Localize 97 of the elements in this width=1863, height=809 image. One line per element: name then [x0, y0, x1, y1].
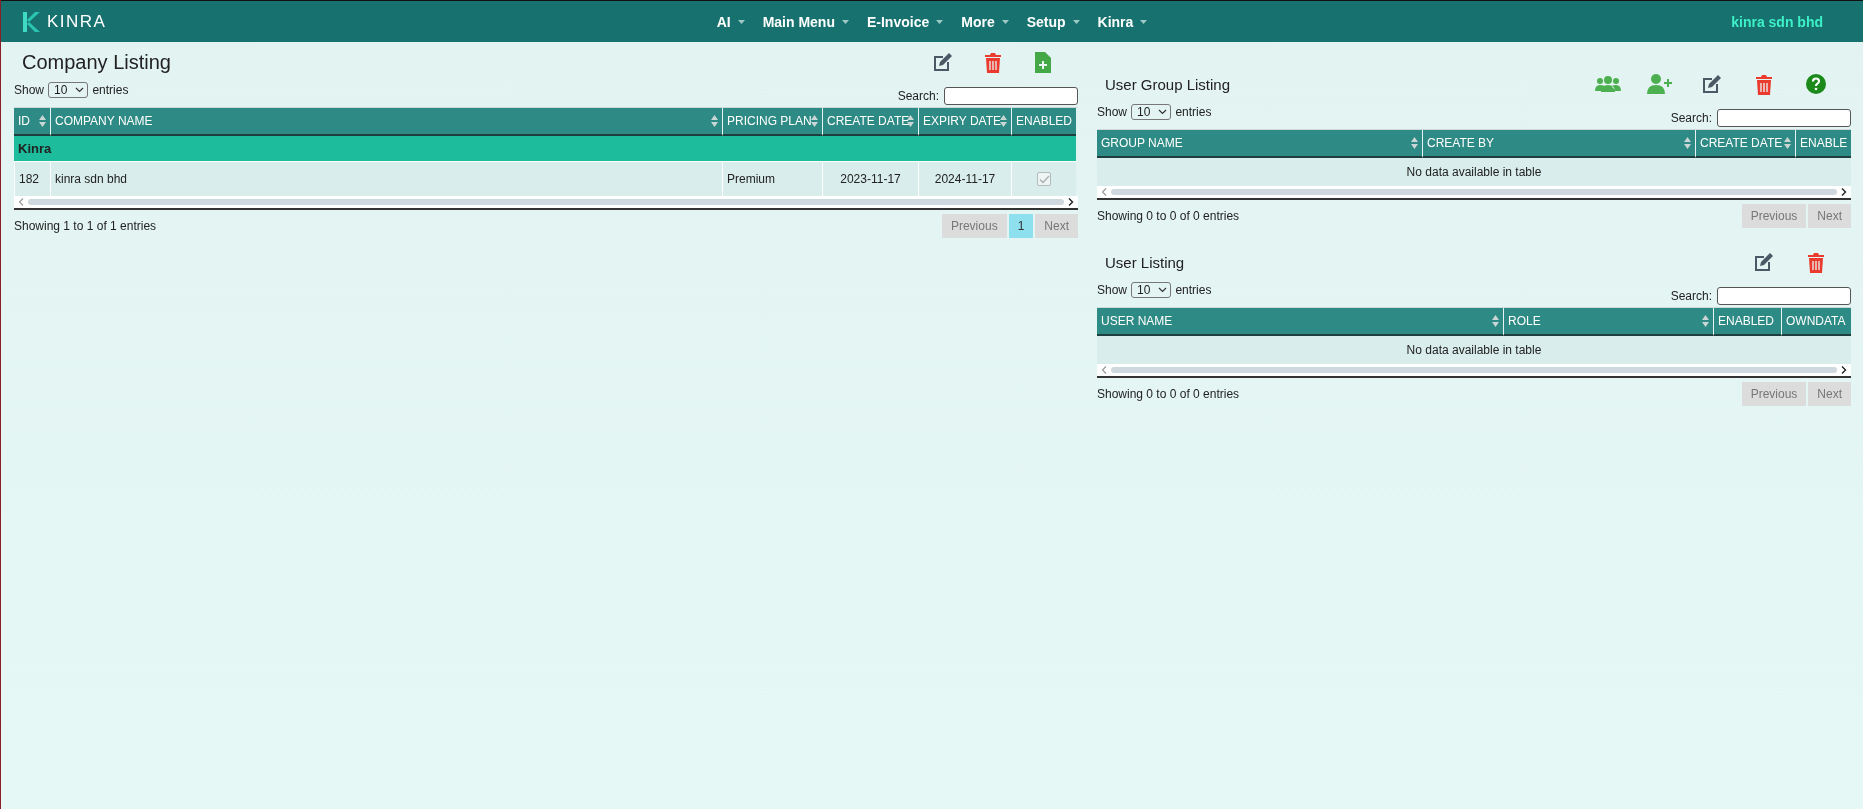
chevron-down-icon [75, 87, 85, 93]
caret-icon [1140, 19, 1148, 24]
search-field[interactable] [1717, 109, 1851, 127]
table-cell: 2023-11-17 [822, 161, 918, 196]
column-header[interactable]: PRICING PLAN [722, 108, 822, 136]
entries-label: entries [1175, 105, 1212, 119]
pagination-button[interactable]: Previous [941, 214, 1007, 238]
column-header[interactable]: EXPIRY DATE [918, 108, 1011, 136]
column-header[interactable]: ROLE [1503, 308, 1713, 336]
pagination-button[interactable]: 1 [1008, 214, 1034, 238]
table-cell: kinra sdn bhd [50, 161, 722, 196]
column-header[interactable]: GROUP NAME [1097, 130, 1422, 158]
table-info: Showing 0 to 0 of 0 entries [1097, 387, 1240, 401]
caret-icon [936, 19, 944, 24]
scroll-left-icon[interactable] [1101, 188, 1107, 196]
scrollbar-thumb[interactable] [1111, 189, 1837, 195]
scroll-right-icon[interactable] [1068, 198, 1074, 206]
column-header[interactable]: CREATE DATE [1695, 130, 1795, 158]
column-header[interactable]: USER NAME [1097, 308, 1503, 336]
column-header[interactable]: ENABLED [1011, 108, 1076, 136]
caret-icon [1001, 19, 1009, 24]
sort-icon [907, 115, 914, 127]
sort-icon [711, 115, 718, 127]
caret-icon [841, 19, 849, 24]
chevron-down-icon [1158, 287, 1168, 293]
entries-label: entries [92, 83, 129, 97]
entries-label: entries [1175, 283, 1212, 297]
sort-icon [1411, 137, 1418, 149]
panel-title: User Listing [1104, 253, 1185, 271]
empty-table-message: No data available in table [1097, 158, 1851, 186]
entries-select[interactable]: 10 [1131, 104, 1172, 120]
scrollbar-thumb[interactable] [28, 199, 1064, 205]
column-header[interactable]: COMPANY NAME [50, 108, 722, 136]
table-info: Showing 0 to 0 of 0 entries [1097, 209, 1240, 223]
edit-icon[interactable] [932, 51, 954, 73]
pagination-button[interactable]: Next [1808, 382, 1851, 406]
scroll-left-icon[interactable] [18, 198, 24, 206]
show-label: Show [1097, 105, 1128, 119]
panel-title: User Group Listing [1104, 75, 1231, 93]
panel-title: Company Listing [21, 50, 171, 74]
column-header[interactable]: ID [14, 108, 50, 136]
scroll-left-icon[interactable] [1101, 366, 1107, 374]
entries-select[interactable]: 10 [48, 82, 89, 98]
logo-text[interactable]: KINRA [47, 11, 107, 32]
pagination-button[interactable]: Next [1035, 214, 1078, 238]
edit-icon[interactable] [1753, 251, 1775, 273]
scroll-right-icon[interactable] [1841, 188, 1847, 196]
sort-icon [1000, 115, 1007, 127]
column-header[interactable]: CREATE BY [1422, 130, 1695, 158]
table-cell: 182 [14, 161, 50, 196]
column-header[interactable]: ENABLE [1795, 130, 1851, 158]
nav-menu-item[interactable]: E-Invoice [857, 13, 953, 30]
nav-menu-item[interactable]: AI [707, 13, 754, 30]
search-label: Search: [1670, 111, 1712, 125]
trash-icon[interactable] [1807, 251, 1825, 273]
nav-menu-item[interactable]: Setup [1017, 13, 1089, 30]
sort-icon [1492, 315, 1499, 327]
pagination-button[interactable]: Previous [1741, 204, 1807, 228]
chevron-down-icon [1158, 109, 1168, 115]
pagination-button[interactable]: Next [1808, 204, 1851, 228]
column-header[interactable]: CREATE DATE [822, 108, 918, 136]
column-header[interactable]: OWNDATA [1781, 308, 1851, 336]
scrollbar-thumb[interactable] [1111, 367, 1837, 373]
caret-icon [737, 19, 745, 24]
trash-icon[interactable] [984, 51, 1002, 73]
edit-icon[interactable] [1701, 73, 1723, 95]
column-header[interactable]: ENABLED [1713, 308, 1781, 336]
group-row: Kinra [14, 136, 1076, 161]
sort-icon [1702, 315, 1709, 327]
enabled-checkbox[interactable] [1037, 172, 1051, 186]
entries-select[interactable]: 10 [1131, 282, 1172, 298]
caret-icon [1072, 19, 1080, 24]
empty-table-message: No data available in table [1097, 336, 1851, 364]
help-icon[interactable] [1806, 74, 1826, 94]
file-plus-icon[interactable] [1035, 51, 1051, 73]
nav-menu-item[interactable]: Kinra [1088, 13, 1157, 30]
pagination-button[interactable]: Previous [1741, 382, 1807, 406]
sort-icon [811, 115, 818, 127]
company-name[interactable]: kinra sdn bhd [1731, 13, 1823, 30]
table-cell: Premium [722, 161, 822, 196]
nav-menu-item[interactable]: More [952, 13, 1018, 30]
search-label: Search: [1670, 289, 1712, 303]
sort-icon [1784, 137, 1791, 149]
sort-icon [39, 115, 46, 127]
scroll-right-icon[interactable] [1841, 366, 1847, 374]
sort-icon [1684, 137, 1691, 149]
search-label: Search: [897, 89, 939, 103]
search-field[interactable] [1717, 287, 1851, 305]
search-field[interactable] [944, 87, 1078, 105]
trash-icon[interactable] [1755, 73, 1773, 95]
table-cell: 2024-11-17 [918, 161, 1011, 196]
nav-menu-item[interactable]: Main Menu [753, 13, 858, 30]
show-label: Show [14, 83, 45, 97]
users-icon[interactable] [1595, 75, 1621, 93]
user-plus-icon[interactable] [1647, 74, 1673, 94]
table-info: Showing 1 to 1 of 1 entries [14, 219, 157, 233]
show-label: Show [1097, 283, 1128, 297]
